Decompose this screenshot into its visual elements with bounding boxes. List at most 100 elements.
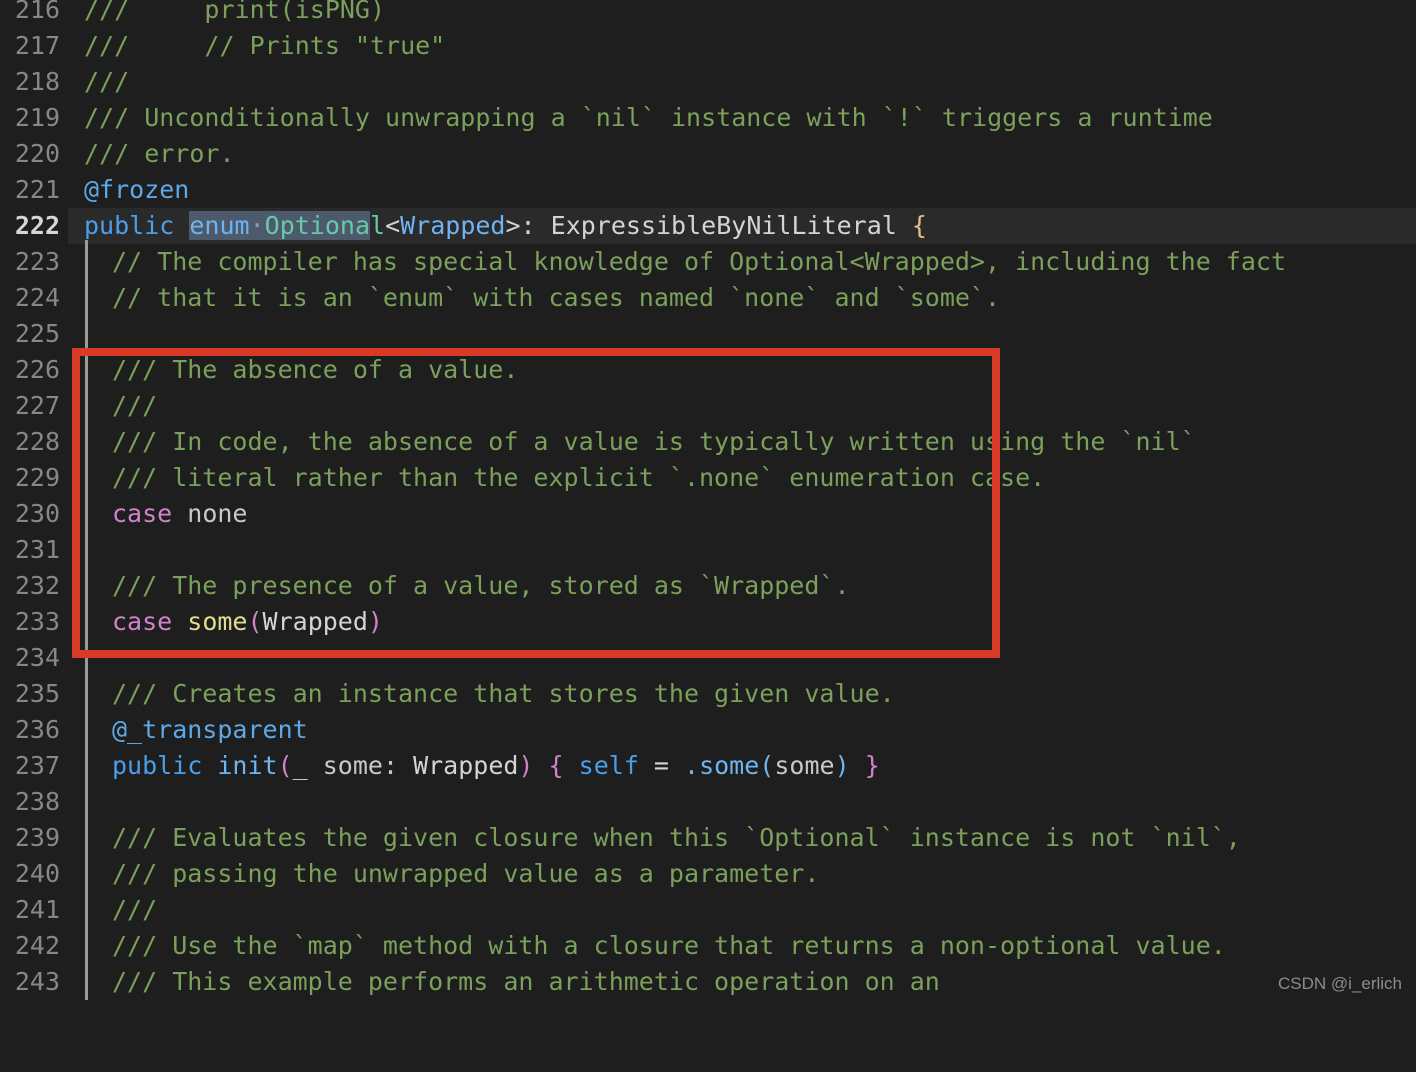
close-paren: ) bbox=[518, 751, 534, 780]
line-number[interactable]: 226 bbox=[0, 352, 60, 388]
type-name-partial: Optiona bbox=[264, 211, 370, 240]
line-number[interactable]: 234 bbox=[0, 640, 60, 676]
case-name-none: none bbox=[187, 499, 248, 528]
code-line-239[interactable]: /// Evaluates the given closure when thi… bbox=[0, 820, 1416, 856]
code-line-232[interactable]: /// The presence of a value, stored as `… bbox=[0, 568, 1416, 604]
code-line-237[interactable]: public init(_ some: Wrapped) { self = .s… bbox=[0, 748, 1416, 784]
code-line-218[interactable]: /// bbox=[0, 64, 1416, 100]
close-paren: ) bbox=[834, 751, 850, 780]
line-number[interactable]: 231 bbox=[0, 532, 60, 568]
line-number[interactable]: 220 bbox=[0, 136, 60, 172]
code-line-230[interactable]: case none bbox=[0, 496, 1416, 532]
code-line-220[interactable]: /// error. bbox=[0, 136, 1416, 172]
open-brace: { bbox=[911, 211, 927, 240]
line-number[interactable]: 230 bbox=[0, 496, 60, 532]
line-number[interactable]: 228 bbox=[0, 424, 60, 460]
code-line-226[interactable]: /// The absence of a value. bbox=[0, 352, 1416, 388]
doc-comment: /// The presence of a value, stored as `… bbox=[112, 571, 850, 600]
code-line-234[interactable] bbox=[0, 640, 1416, 676]
doc-comment: /// bbox=[84, 67, 130, 96]
keyword-init: init bbox=[217, 751, 278, 780]
code-line-221[interactable]: @frozen bbox=[0, 172, 1416, 208]
code-line-231[interactable] bbox=[0, 532, 1416, 568]
code-line-217[interactable]: /// // Prints "true" bbox=[0, 28, 1416, 64]
line-number[interactable]: 225 bbox=[0, 316, 60, 352]
doc-comment: /// passing the unwrapped value as a par… bbox=[112, 859, 820, 888]
code-line-227[interactable]: /// bbox=[0, 388, 1416, 424]
member-dot-some: .some bbox=[684, 751, 760, 780]
generic-close-bracket: > bbox=[505, 211, 521, 240]
line-number[interactable]: 240 bbox=[0, 856, 60, 892]
line-number[interactable]: 219 bbox=[0, 100, 60, 136]
doc-comment: /// bbox=[112, 895, 158, 924]
line-number[interactable]: 242 bbox=[0, 928, 60, 964]
case-some-declaration: case some(Wrapped) bbox=[112, 604, 383, 640]
argument-some: some bbox=[774, 751, 835, 780]
line-number[interactable]: 237 bbox=[0, 748, 60, 784]
line-number[interactable]: 238 bbox=[0, 784, 60, 820]
code-line-216[interactable]: /// print(isPNG) bbox=[0, 0, 1416, 28]
doc-comment: /// Use the `map` method with a closure … bbox=[112, 931, 1226, 960]
code-line-238[interactable] bbox=[0, 784, 1416, 820]
associated-type-wrapped: Wrapped bbox=[262, 607, 368, 636]
line-number[interactable]: 223 bbox=[0, 244, 60, 280]
attribute-frozen: @frozen bbox=[84, 175, 190, 204]
protocol-conformance: : ExpressibleByNilLiteral bbox=[520, 211, 912, 240]
code-line-224[interactable]: // that it is an `enum` with cases named… bbox=[0, 280, 1416, 316]
indent-guide bbox=[85, 240, 88, 1000]
keyword-public: public bbox=[84, 211, 190, 240]
line-number[interactable]: 236 bbox=[0, 712, 60, 748]
line-number-current[interactable]: 222 bbox=[0, 208, 60, 244]
keyword-case: case bbox=[112, 607, 188, 636]
code-line-242[interactable]: /// Use the `map` method with a closure … bbox=[0, 928, 1416, 964]
code-line-229[interactable]: /// literal rather than the explicit `.n… bbox=[0, 460, 1416, 496]
text-selection[interactable]: enum·Optiona bbox=[189, 211, 370, 240]
watermark: CSDN @i_erlich bbox=[1277, 974, 1402, 993]
code-line-222[interactable]: public enum·Optional<Wrapped>: Expressib… bbox=[0, 208, 1416, 244]
type-name-tail: l bbox=[370, 211, 386, 240]
code-editor[interactable]: /// print(isPNG) /// // Prints "true" //… bbox=[0, 0, 1416, 1000]
line-number[interactable]: 235 bbox=[0, 676, 60, 712]
code-line-240[interactable]: /// passing the unwrapped value as a par… bbox=[0, 856, 1416, 892]
code-line-233[interactable]: case some(Wrapped) bbox=[0, 604, 1416, 640]
line-number-gutter[interactable]: 216 217 218 219 220 221 222 223 224 225 … bbox=[0, 0, 68, 1000]
whitespace-dot-icon: · bbox=[249, 211, 265, 240]
case-none-declaration: case none bbox=[112, 496, 247, 532]
line-number[interactable]: 243 bbox=[0, 964, 60, 1000]
open-paren: ( bbox=[277, 751, 293, 780]
doc-comment: /// bbox=[112, 391, 158, 420]
doc-comment: /// Evaluates the given closure when thi… bbox=[112, 823, 1241, 852]
initializer-declaration: public init(_ some: Wrapped) { self = .s… bbox=[112, 748, 880, 784]
code-line-223[interactable]: // The compiler has special knowledge of… bbox=[0, 244, 1416, 280]
code-content[interactable]: /// print(isPNG) /// // Prints "true" //… bbox=[0, 0, 1416, 1000]
doc-comment: /// In code, the absence of a value is t… bbox=[112, 427, 1196, 456]
code-line-241[interactable]: /// bbox=[0, 892, 1416, 928]
keyword-public: public bbox=[112, 751, 218, 780]
code-line-236[interactable]: @_transparent bbox=[0, 712, 1416, 748]
doc-comment: /// The absence of a value. bbox=[112, 355, 519, 384]
assignment-operator: = bbox=[638, 751, 685, 780]
code-line-219[interactable]: /// Unconditionally unwrapping a `nil` i… bbox=[0, 100, 1416, 136]
doc-comment: /// print(isPNG) bbox=[84, 0, 386, 24]
line-number[interactable]: 232 bbox=[0, 568, 60, 604]
line-number[interactable]: 218 bbox=[0, 64, 60, 100]
open-paren: ( bbox=[247, 607, 263, 636]
code-line-225[interactable] bbox=[0, 316, 1416, 352]
line-number[interactable]: 224 bbox=[0, 280, 60, 316]
attribute-transparent: @_transparent bbox=[112, 715, 308, 744]
code-line-243[interactable]: /// This example performs an arithmetic … bbox=[0, 964, 1416, 1000]
line-number[interactable]: 221 bbox=[0, 172, 60, 208]
close-brace: } bbox=[864, 751, 880, 780]
code-line-235[interactable]: /// Creates an instance that stores the … bbox=[0, 676, 1416, 712]
line-number[interactable]: 227 bbox=[0, 388, 60, 424]
line-number[interactable]: 216 bbox=[0, 0, 60, 28]
code-line-228[interactable]: /// In code, the absence of a value is t… bbox=[0, 424, 1416, 460]
line-number[interactable]: 233 bbox=[0, 604, 60, 640]
line-number[interactable]: 229 bbox=[0, 460, 60, 496]
doc-comment: /// // Prints "true" bbox=[84, 31, 446, 60]
line-number[interactable]: 239 bbox=[0, 820, 60, 856]
line-number[interactable]: 217 bbox=[0, 28, 60, 64]
line-number[interactable]: 241 bbox=[0, 892, 60, 928]
